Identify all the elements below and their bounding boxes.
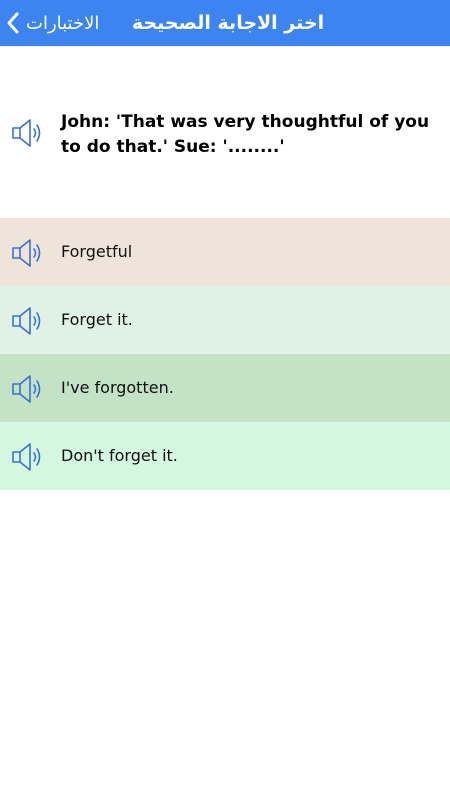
answer-option[interactable]: Forgetful bbox=[0, 218, 450, 286]
answer-option-label: Don't forget it. bbox=[61, 446, 178, 465]
speaker-icon[interactable] bbox=[10, 440, 44, 478]
question-text: John: 'That was very thoughtful of you t… bbox=[61, 112, 430, 157]
speaker-icon[interactable] bbox=[10, 236, 44, 274]
page-title: اختر الاجابة الصحيحة bbox=[0, 0, 450, 46]
question-card: John: 'That was very thoughtful of you t… bbox=[0, 46, 450, 218]
speaker-icon[interactable] bbox=[10, 116, 44, 154]
speaker-icon[interactable] bbox=[10, 304, 44, 342]
answer-option-label: I've forgotten. bbox=[61, 378, 174, 397]
speaker-icon[interactable] bbox=[10, 372, 44, 410]
answer-option[interactable]: Forget it. bbox=[0, 286, 450, 354]
page-title-text: اختر الاجابة الصحيحة bbox=[131, 12, 325, 34]
answer-option[interactable]: I've forgotten. bbox=[0, 354, 450, 422]
answer-option[interactable]: Don't forget it. bbox=[0, 422, 450, 490]
nav-bar: الاختبارات اختر الاجابة الصحيحة bbox=[0, 0, 450, 46]
answer-option-label: Forget it. bbox=[61, 310, 133, 329]
answer-option-label: Forgetful bbox=[61, 242, 133, 261]
